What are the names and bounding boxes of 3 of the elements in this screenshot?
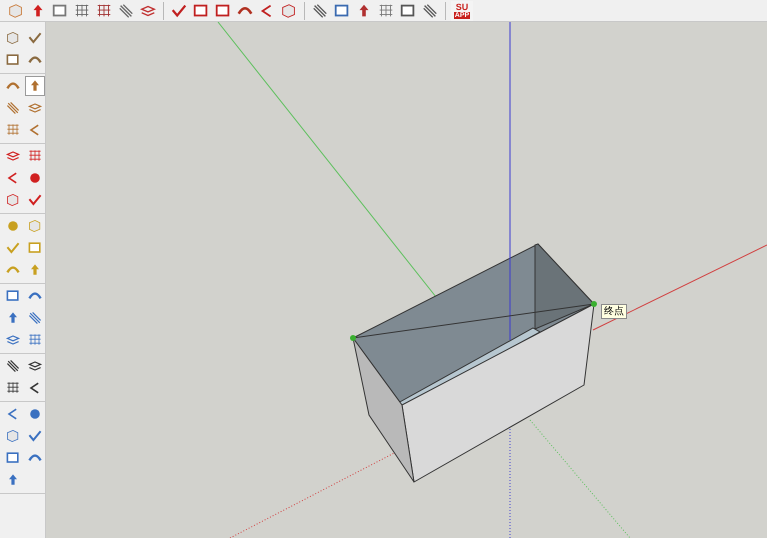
logo-text: SU <box>456 2 468 12</box>
model-viewport[interactable]: 终点 <box>46 22 767 538</box>
inference-tooltip: 终点 <box>601 304 627 319</box>
